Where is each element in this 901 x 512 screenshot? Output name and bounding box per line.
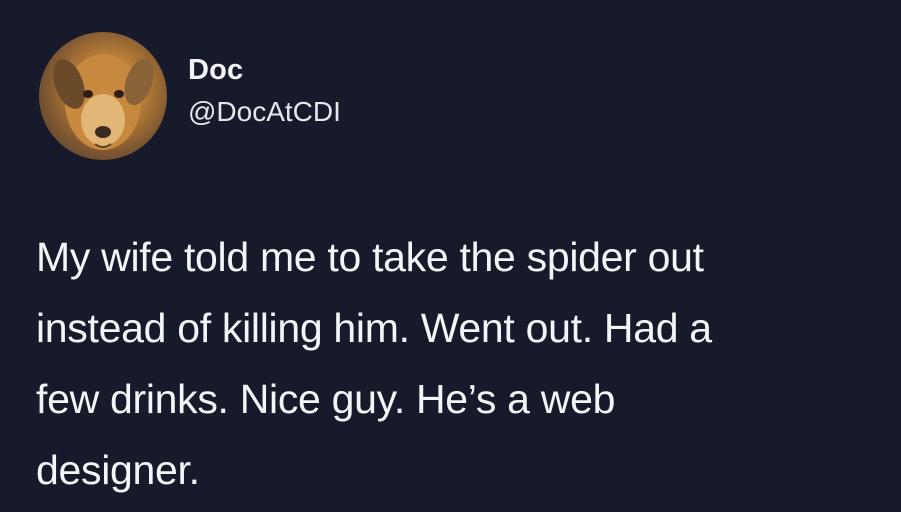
tweet-text-line: designer. xyxy=(36,447,200,493)
author-display-name[interactable]: Doc xyxy=(188,52,341,88)
tweet-card: Doc @DocAtCDI My wife told me to take th… xyxy=(0,0,901,512)
tweet-text-line: instead of killing him. Went out. Had a xyxy=(36,305,712,351)
tweet-text-line: few drinks. Nice guy. He’s a web xyxy=(36,376,616,422)
tweet-text-line: My wife told me to take the spider out xyxy=(36,234,704,280)
avatar[interactable] xyxy=(39,32,167,160)
tweet-text: My wife told me to take the spider out i… xyxy=(36,222,896,506)
dog-avatar-icon xyxy=(53,54,154,150)
author-handle[interactable]: @DocAtCDI xyxy=(188,94,341,130)
author-info: Doc @DocAtCDI xyxy=(188,52,341,130)
